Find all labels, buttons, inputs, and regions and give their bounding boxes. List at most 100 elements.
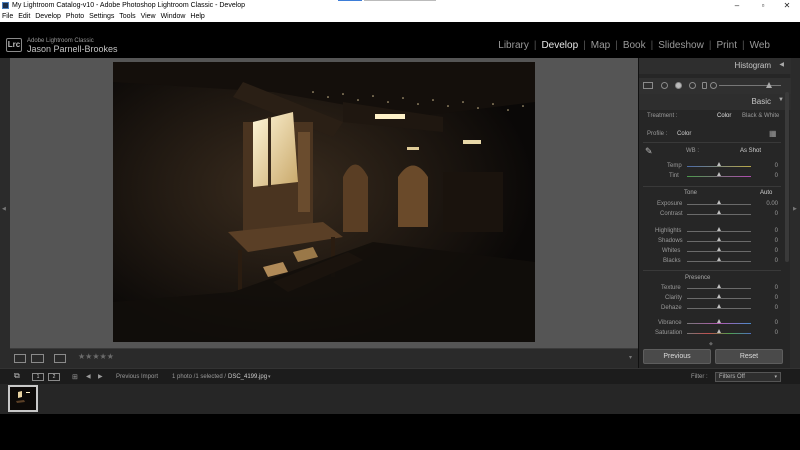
- close-icon[interactable]: ✕: [772, 0, 800, 12]
- shadows-slider-knob[interactable]: [717, 237, 721, 241]
- treatment-color[interactable]: Color: [717, 113, 731, 119]
- spot-removal-icon[interactable]: [675, 82, 682, 89]
- right-panel-toggle[interactable]: ▶: [790, 58, 800, 368]
- module-map[interactable]: Map: [591, 40, 610, 51]
- menu-window[interactable]: Window: [161, 13, 186, 20]
- page-2-button[interactable]: 2: [48, 373, 60, 381]
- filename: DSC_4199.jpg: [228, 374, 268, 380]
- brush-slider-knob[interactable]: [766, 82, 772, 88]
- source-label[interactable]: Previous Import: [116, 374, 158, 380]
- clarity-value[interactable]: 0: [758, 295, 778, 301]
- temp-slider-track[interactable]: [687, 166, 751, 167]
- star-rating[interactable]: ★★★★★: [78, 352, 114, 361]
- vibrance-slider-track[interactable]: [687, 323, 751, 324]
- contrast-value[interactable]: 0: [758, 211, 778, 217]
- previous-button[interactable]: Previous: [643, 349, 711, 364]
- module-book[interactable]: Book: [623, 40, 646, 51]
- menu-view[interactable]: View: [141, 13, 156, 20]
- photo-preview[interactable]: [113, 62, 535, 342]
- menu-edit[interactable]: Edit: [18, 13, 30, 20]
- module-library[interactable]: Library: [498, 40, 529, 51]
- texture-slider-track[interactable]: [687, 288, 751, 289]
- temp-slider-knob[interactable]: [717, 162, 721, 166]
- reset-button[interactable]: Reset: [715, 349, 783, 364]
- saturation-value[interactable]: 0: [758, 330, 778, 336]
- vibrance-value[interactable]: 0: [758, 320, 778, 326]
- graduated-filter-icon[interactable]: [702, 82, 707, 89]
- blacks-slider-knob[interactable]: [717, 257, 721, 261]
- highlights-value[interactable]: 0: [758, 228, 778, 234]
- tint-slider-knob[interactable]: [717, 172, 721, 176]
- clarity-slider-knob[interactable]: [717, 294, 721, 298]
- texture-value[interactable]: 0: [758, 285, 778, 291]
- filters-dropdown[interactable]: Filters Off ▾: [715, 372, 781, 382]
- title-accent-grey: [364, 0, 436, 1]
- menu-file[interactable]: File: [2, 13, 13, 20]
- saturation-slider-track[interactable]: [687, 333, 751, 334]
- highlights-slider-knob[interactable]: [717, 227, 721, 231]
- crop-tool-icon[interactable]: [661, 82, 668, 89]
- vibrance-slider-knob[interactable]: [717, 319, 721, 323]
- dehaze-slider-knob[interactable]: [717, 304, 721, 308]
- shadows-value[interactable]: 0: [758, 238, 778, 244]
- blacks-slider-track[interactable]: [687, 261, 751, 262]
- panel-scrollbar[interactable]: [785, 92, 789, 262]
- before-after-icon[interactable]: [31, 354, 44, 363]
- module-print[interactable]: Print: [716, 40, 737, 51]
- menu-help[interactable]: Help: [190, 13, 204, 20]
- clarity-label: Clarity: [665, 295, 683, 301]
- tint-value[interactable]: 0: [758, 173, 778, 179]
- left-panel-toggle[interactable]: ◀: [0, 58, 10, 368]
- clarity-slider-track[interactable]: [687, 298, 751, 299]
- module-web[interactable]: Web: [750, 40, 770, 51]
- texture-slider-knob[interactable]: [717, 284, 721, 288]
- treatment-bw[interactable]: Black & White: [742, 113, 779, 119]
- module-develop[interactable]: Develop: [541, 40, 578, 51]
- profile-browser-icon[interactable]: ▦: [769, 129, 777, 138]
- grid-view-icon[interactable]: ⊞: [72, 373, 78, 381]
- grid-icon[interactable]: [643, 82, 653, 89]
- filename-menu-icon[interactable]: ▾: [268, 374, 271, 380]
- tint-slider-track[interactable]: [687, 176, 751, 177]
- page-1-button[interactable]: 1: [32, 373, 44, 381]
- toolbar: ★★★★★ ▾: [10, 348, 638, 368]
- menu-settings[interactable]: Settings: [89, 13, 114, 20]
- filmstrip-thumbnail[interactable]: [8, 385, 38, 412]
- wb-eyedropper-icon[interactable]: ✎: [645, 146, 653, 157]
- menu-develop[interactable]: Develop: [35, 13, 61, 20]
- menu-tools[interactable]: Tools: [119, 13, 135, 20]
- module-slideshow[interactable]: Slideshow: [658, 40, 704, 51]
- toolbar-menu-icon[interactable]: ▾: [629, 354, 632, 361]
- histogram-header[interactable]: Histogram ◀: [639, 58, 791, 74]
- dehaze-slider-track[interactable]: [687, 308, 751, 309]
- menu-photo[interactable]: Photo: [66, 13, 84, 20]
- saturation-slider-knob[interactable]: [717, 329, 721, 333]
- back-arrow-icon[interactable]: ◀: [86, 373, 91, 380]
- profile-value[interactable]: Color: [677, 131, 691, 137]
- dehaze-value[interactable]: 0: [758, 305, 778, 311]
- blacks-value[interactable]: 0: [758, 258, 778, 264]
- whites-slider-knob[interactable]: [717, 247, 721, 251]
- shadows-slider-track[interactable]: [687, 241, 751, 242]
- contrast-slider-track[interactable]: [687, 214, 751, 215]
- radial-filter-icon[interactable]: [710, 82, 717, 89]
- auto-tone-button[interactable]: Auto: [760, 190, 772, 196]
- basic-header[interactable]: Basic ▼: [639, 94, 791, 110]
- temp-value[interactable]: 0: [758, 163, 778, 169]
- highlights-slider-track[interactable]: [687, 231, 751, 232]
- contrast-slider-knob[interactable]: [717, 210, 721, 214]
- thumbnail-svg: [10, 387, 36, 410]
- forward-arrow-icon[interactable]: ▶: [98, 373, 103, 380]
- loupe-view-icon[interactable]: [14, 354, 26, 363]
- exposure-slider-track[interactable]: [687, 204, 751, 205]
- exposure-value[interactable]: 0.00: [758, 201, 778, 207]
- exposure-slider-knob[interactable]: [717, 200, 721, 204]
- whites-slider-track[interactable]: [687, 251, 751, 252]
- before-after-split-icon[interactable]: [54, 354, 66, 363]
- chevron-down-icon: ▾: [774, 374, 777, 380]
- wb-value[interactable]: As Shot: [740, 148, 761, 154]
- secondary-display-icon[interactable]: ⧉: [14, 371, 20, 381]
- red-eye-icon[interactable]: [689, 82, 696, 89]
- whites-value[interactable]: 0: [758, 248, 778, 254]
- section-divider: [643, 142, 781, 143]
